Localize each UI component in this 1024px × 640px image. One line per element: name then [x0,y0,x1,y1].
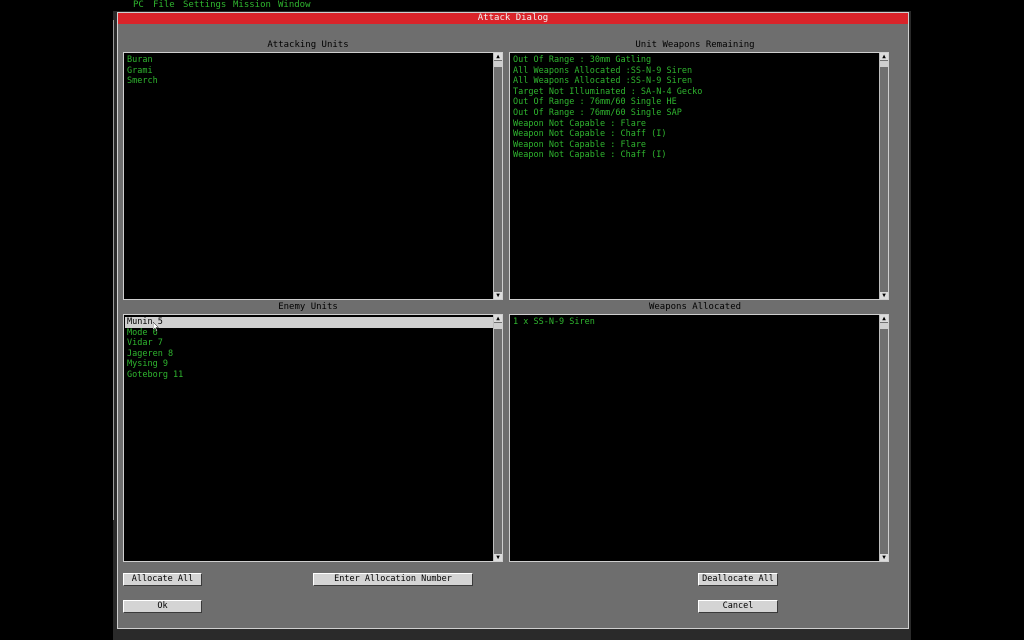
list-item[interactable]: Vidar 7 [125,338,493,349]
list-item[interactable]: Weapon Not Capable : Chaff (I) [511,150,879,161]
ok-button[interactable]: Ok [123,600,202,613]
unit-weapons-scrollbar[interactable]: ▲ ▼ [879,53,888,299]
scroll-down-arrow-icon[interactable]: ▼ [494,292,502,299]
weapons-allocated-scrollbar[interactable]: ▲ ▼ [879,315,888,561]
list-item[interactable]: Mysing 9 [125,359,493,370]
mouse-pointer-icon [153,322,159,332]
enemy-units-title: Enemy Units [278,302,338,312]
attack-dialog: Attack Dialog Attacking Units Buran Grami… [117,12,909,629]
menu-item-window[interactable]: Window [278,0,311,10]
list-item[interactable]: Out Of Range : 76mm/60 Single HE [511,97,879,108]
enemy-units-scrollbar[interactable]: ▲ ▼ [493,315,502,561]
enter-allocation-number-button[interactable]: Enter Allocation Number [313,573,473,586]
unit-weapons-items: Out Of Range : 30mm Gatling All Weapons A… [511,55,879,161]
scroll-up-arrow-icon[interactable]: ▲ [494,53,502,60]
list-item[interactable]: Mode 6 [125,328,493,339]
list-item[interactable]: Target Not Illuminated : SA-N-4 Gecko [511,87,879,98]
scroll-down-arrow-icon[interactable]: ▼ [880,554,888,561]
menu-item-file[interactable]: File [153,0,175,10]
scroll-thumb[interactable] [494,61,502,67]
menu-item-mission[interactable]: Mission [233,0,271,10]
unit-weapons-list[interactable]: Out Of Range : 30mm Gatling All Weapons A… [509,52,889,300]
enemy-units-items: Munin 5 Mode 6 Vidar 7 Jageren 8 Mysing 9 Got… [125,317,493,381]
enemy-units-list[interactable]: Munin 5 Mode 6 Vidar 7 Jageren 8 Mysing 9 Got… [123,314,503,562]
list-item[interactable]: Grami [125,66,493,77]
attacking-units-scrollbar[interactable]: ▲ ▼ [493,53,502,299]
list-item[interactable]: Weapon Not Capable : Flare [511,140,879,151]
dialog-title-bar[interactable]: Attack Dialog [118,13,908,24]
list-item[interactable]: Weapon Not Capable : Flare [511,119,879,130]
scroll-up-arrow-icon[interactable]: ▲ [494,315,502,322]
deallocate-all-button[interactable]: Deallocate All [698,573,778,586]
menu-bar: PC File Settings Mission Window [113,0,913,11]
list-item[interactable]: Weapon Not Capable : Chaff (I) [511,129,879,140]
weapons-allocated-items: 1 x SS-N-9 Siren [511,317,879,328]
weapons-allocated-list[interactable]: 1 x SS-N-9 Siren ▲ ▼ [509,314,889,562]
scroll-thumb[interactable] [494,323,502,329]
list-item[interactable]: 1 x SS-N-9 Siren [511,317,879,328]
list-item[interactable]: Smerch [125,76,493,87]
weapons-allocated-title: Weapons Allocated [648,302,742,312]
unit-weapons-title: Unit Weapons Remaining [635,40,755,50]
menu-item-pc[interactable]: PC [133,0,144,10]
menu-item-settings[interactable]: Settings [183,0,226,10]
list-item[interactable]: Jageren 8 [125,349,493,360]
allocate-all-button[interactable]: Allocate All [123,573,202,586]
list-item[interactable]: Goteborg 11 [125,370,493,381]
scroll-up-arrow-icon[interactable]: ▲ [880,315,888,322]
scroll-thumb[interactable] [880,61,888,67]
scroll-down-arrow-icon[interactable]: ▼ [880,292,888,299]
list-item[interactable]: All Weapons Allocated :SS-N-9 Siren [511,76,879,87]
cancel-button[interactable]: Cancel [698,600,778,613]
list-item[interactable]: Out Of Range : 76mm/60 Single SAP [511,108,879,119]
scroll-down-arrow-icon[interactable]: ▼ [494,554,502,561]
list-item[interactable]: All Weapons Allocated :SS-N-9 Siren [511,66,879,77]
attacking-units-title: Attacking Units [267,40,349,50]
attacking-units-items: Buran Grami Smerch [125,55,493,87]
list-item[interactable]: Buran [125,55,493,66]
list-item[interactable]: Out Of Range : 30mm Gatling [511,55,879,66]
scroll-up-arrow-icon[interactable]: ▲ [880,53,888,60]
attacking-units-list[interactable]: Buran Grami Smerch ▲ ▼ [123,52,503,300]
scroll-thumb[interactable] [880,323,888,329]
screen: PC File Settings Mission Window Attack D… [0,0,1024,640]
list-item[interactable]: Munin 5 [125,317,493,328]
